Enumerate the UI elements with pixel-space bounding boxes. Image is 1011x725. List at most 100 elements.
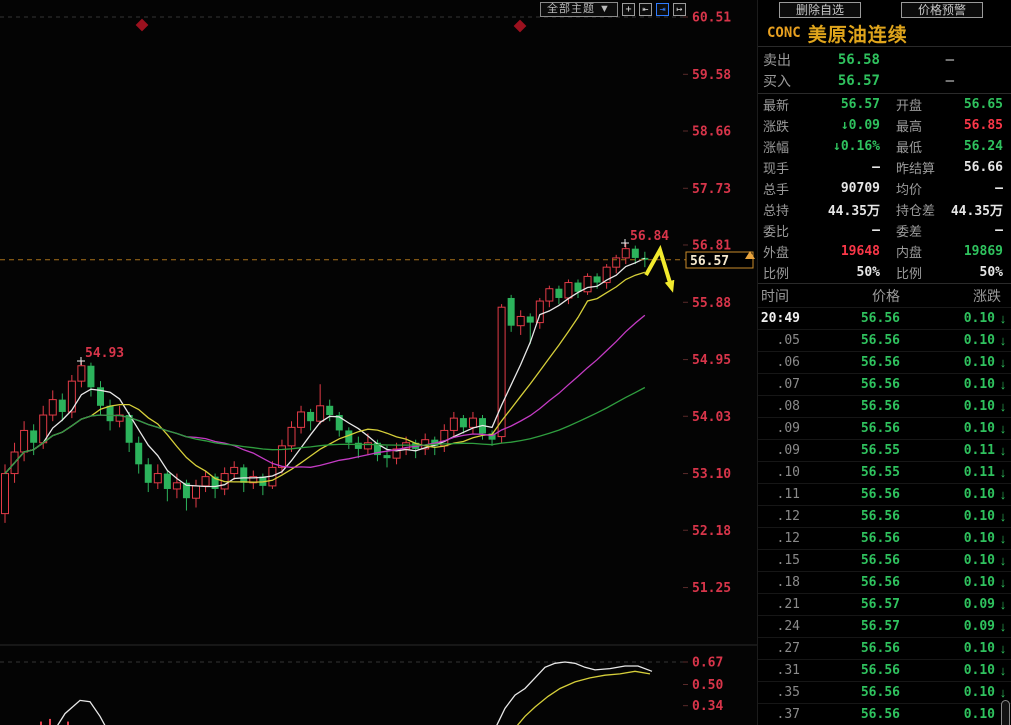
svg-text:0.50: 0.50 bbox=[692, 678, 723, 693]
stat-label: 均价 bbox=[896, 182, 923, 197]
tape-price: 56.56 bbox=[860, 421, 900, 436]
delete-watchlist-button[interactable]: 删除自选 bbox=[779, 2, 861, 18]
tape-price: 56.56 bbox=[860, 311, 900, 326]
tape-change: 0.10 bbox=[963, 707, 995, 722]
stats-grid: 最新 56.57 开盘 56.65 涨跌 ↓0.09 最高 56.85 涨幅 ↓0.16% 最低 56… bbox=[758, 93, 1011, 283]
stat-label: 持仓差 bbox=[896, 203, 936, 218]
price-alert-button[interactable]: 价格预警 bbox=[901, 2, 983, 18]
svg-text:60.51: 60.51 bbox=[692, 11, 731, 26]
quote-extra: — bbox=[945, 51, 954, 68]
tape-price: 56.57 bbox=[860, 597, 900, 612]
tape-change: 0.10 bbox=[963, 421, 995, 436]
tape-header-price: 价格 bbox=[872, 287, 900, 304]
tape-row: .15 56.56 0.10 ↓ bbox=[758, 549, 1011, 571]
stat-value: 56.57 bbox=[840, 97, 880, 112]
tape-time: .07 bbox=[776, 377, 800, 392]
stat-label: 涨跌 bbox=[763, 119, 790, 134]
tape-change: 0.10 bbox=[963, 399, 995, 414]
tape-change: 0.10 bbox=[963, 487, 995, 502]
tape-time: .12 bbox=[776, 531, 800, 546]
stat-label: 昨结算 bbox=[896, 161, 936, 176]
tape-row: .21 56.57 0.09 ↓ bbox=[758, 593, 1011, 615]
pan-right-icon[interactable]: ⇥ bbox=[655, 2, 669, 16]
tape-change: 0.10 bbox=[963, 377, 995, 392]
candlestick-chart[interactable]: 60.51 59.58 58.66 57.73 56.81 55.88 54.95 54.03… bbox=[0, 0, 757, 725]
stat-label: 比例 bbox=[763, 266, 790, 281]
chart-panel: 60.51 59.58 58.66 57.73 56.81 55.88 54.95 54.03… bbox=[0, 0, 757, 725]
tape-list[interactable]: 20:49 56.56 0.10 ↓ .05 56.56 0.10 ↓ .06 56.56 0.10… bbox=[758, 307, 1011, 725]
instrument-header: CONC 美原油连续 bbox=[758, 20, 1011, 47]
tape-row: .10 56.55 0.11 ↓ bbox=[758, 461, 1011, 483]
shift-right-icon[interactable]: ↦ bbox=[672, 2, 686, 16]
stats-row: 外盘 19648 内盘 19869 bbox=[758, 241, 1011, 262]
tape-price: 56.56 bbox=[860, 399, 900, 414]
down-arrow-icon: ↓ bbox=[999, 399, 1007, 414]
move-icon[interactable]: + bbox=[621, 2, 635, 16]
stats-row: 现手 — 昨结算 56.66 bbox=[758, 157, 1011, 178]
tape-price: 56.57 bbox=[860, 619, 900, 634]
tape-price: 56.56 bbox=[860, 707, 900, 722]
stat-label: 内盘 bbox=[896, 245, 923, 260]
tape-row: .18 56.56 0.10 ↓ bbox=[758, 571, 1011, 593]
tape-time: .31 bbox=[776, 663, 800, 678]
scrollbar-thumb[interactable] bbox=[1001, 700, 1010, 725]
tape-time: .09 bbox=[776, 421, 800, 436]
tape-change: 0.10 bbox=[963, 575, 995, 590]
stats-row: 总持 44.35万 持仓差 44.35万 bbox=[758, 199, 1011, 220]
tape-time: .12 bbox=[776, 509, 800, 524]
down-arrow-icon: ↓ bbox=[999, 663, 1007, 678]
tape-row: .3756.560.10↓ bbox=[758, 703, 1011, 725]
down-arrow-icon: ↓ bbox=[999, 487, 1007, 502]
stat-value: 44.35万 bbox=[827, 204, 880, 219]
tape-time: .37 bbox=[776, 707, 800, 722]
tape-time: .21 bbox=[776, 597, 800, 612]
pan-left-icon[interactable]: ⇤ bbox=[638, 2, 652, 16]
tape-change: 0.10 bbox=[963, 641, 995, 656]
quote-extra: — bbox=[945, 72, 954, 89]
tape-row: .24 56.57 0.09 ↓ bbox=[758, 615, 1011, 637]
tape-row: .06 56.56 0.10 ↓ bbox=[758, 351, 1011, 373]
tape-row: 20:49 56.56 0.10 ↓ bbox=[758, 307, 1011, 329]
quote-value: 56.58 bbox=[837, 51, 880, 68]
tape-change: 0.09 bbox=[963, 597, 995, 612]
themes-dropdown[interactable]: 全部主题 ▼ bbox=[540, 1, 618, 17]
stats-row: 最新 56.57 开盘 56.65 bbox=[758, 94, 1011, 115]
tape-time: .08 bbox=[776, 399, 800, 414]
tape-time: .05 bbox=[776, 333, 800, 348]
tape-price: 56.56 bbox=[860, 531, 900, 546]
quote-label: 卖出 bbox=[763, 51, 791, 68]
tape-price: 56.56 bbox=[860, 377, 900, 392]
down-arrow-icon: ↓ bbox=[999, 619, 1007, 634]
tape-row: .31 56.56 0.10 ↓ bbox=[758, 659, 1011, 681]
stats-row: 比例 50% 比例 50% bbox=[758, 262, 1011, 283]
svg-text:51.25: 51.25 bbox=[692, 581, 731, 596]
chart-toolbar: 全部主题 ▼ + ⇤ ⇥ ↦ bbox=[540, 1, 686, 17]
quote-label: 买入 bbox=[763, 72, 791, 89]
stat-label: 外盘 bbox=[763, 245, 790, 260]
tape-row: .27 56.56 0.10 ↓ bbox=[758, 637, 1011, 659]
stat-label: 最高 bbox=[896, 119, 923, 134]
tape-header-change: 涨跌 bbox=[973, 287, 1001, 304]
stats-row: 总手 90709 均价 — bbox=[758, 178, 1011, 199]
quote-row: 买入 56.57 — bbox=[758, 70, 1011, 91]
svg-text:54.93: 54.93 bbox=[85, 346, 124, 361]
tape-change: 0.09 bbox=[963, 619, 995, 634]
stat-label: 委差 bbox=[896, 224, 923, 239]
tape-row: .09 56.55 0.11 ↓ bbox=[758, 439, 1011, 461]
down-arrow-icon: ↓ bbox=[999, 641, 1007, 656]
svg-text:53.10: 53.10 bbox=[692, 467, 731, 482]
tape-change: 0.10 bbox=[963, 685, 995, 700]
svg-text:56.57: 56.57 bbox=[690, 254, 729, 269]
tape-time: .18 bbox=[776, 575, 800, 590]
tape-price: 56.56 bbox=[860, 553, 900, 568]
down-arrow-icon: ↓ bbox=[999, 553, 1007, 568]
stats-row: 委比 — 委差 — bbox=[758, 220, 1011, 241]
svg-text:58.66: 58.66 bbox=[692, 124, 731, 139]
stat-value: — bbox=[995, 181, 1003, 196]
stat-label: 开盘 bbox=[896, 98, 923, 113]
stat-value: 56.24 bbox=[963, 139, 1003, 154]
svg-text:57.73: 57.73 bbox=[692, 182, 731, 197]
stat-value: 56.65 bbox=[963, 97, 1003, 112]
quote-row: 卖出 56.58 — bbox=[758, 49, 1011, 70]
tape-row: .12 56.56 0.10 ↓ bbox=[758, 505, 1011, 527]
